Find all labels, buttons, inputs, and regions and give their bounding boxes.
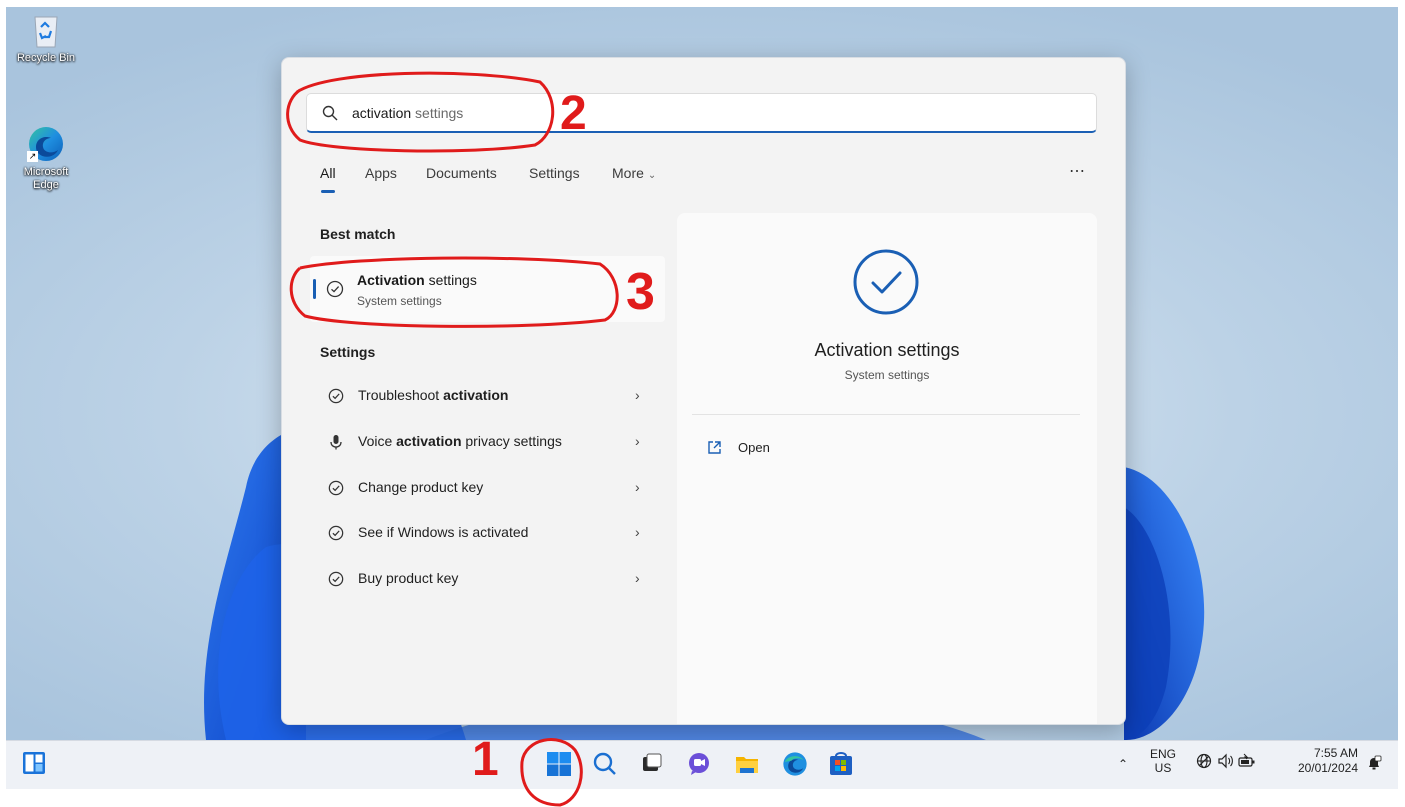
result-label-bold: activation: [396, 433, 462, 449]
tab-documents[interactable]: Documents: [426, 165, 497, 181]
edge-icon: ↗: [27, 125, 65, 163]
chevron-right-icon: ›: [635, 433, 640, 449]
search-icon: [322, 105, 338, 121]
check-circle-icon: [853, 249, 919, 315]
recycle-bin-icon: [29, 13, 63, 49]
desktop-icon-microsoft-edge[interactable]: ↗ Microsoft Edge: [6, 125, 86, 192]
edge-icon: [783, 752, 807, 776]
network-icon: [1196, 753, 1212, 769]
result-change-product-key[interactable]: Change product key ›: [310, 466, 665, 510]
volume-icon: [1218, 753, 1233, 769]
search-query-typed: activation: [352, 105, 412, 121]
input-language-indicator[interactable]: ENG US: [1148, 747, 1178, 775]
folder-icon: [736, 757, 758, 773]
notifications-button[interactable]: [1366, 755, 1382, 774]
open-external-icon: [708, 441, 721, 454]
store-button[interactable]: [828, 751, 856, 779]
tab-more-label: More: [612, 165, 644, 181]
result-label: See if Windows is activated: [358, 524, 528, 540]
start-button[interactable]: [546, 751, 574, 779]
result-preview-pane: Activation settings System settings Open: [677, 213, 1097, 724]
chat-icon: [689, 753, 709, 775]
best-match-title-rest: settings: [424, 272, 477, 288]
widgets-button[interactable]: [22, 751, 50, 779]
open-label: Open: [738, 440, 770, 455]
task-view-icon: [643, 753, 662, 771]
language-code: ENG: [1149, 747, 1176, 761]
result-label-text: Voice: [358, 433, 397, 449]
file-explorer-button[interactable]: [734, 751, 762, 779]
chevron-right-icon: ›: [635, 387, 640, 403]
result-buy-product-key[interactable]: Buy product key ›: [310, 557, 665, 601]
preview-title: Activation settings: [814, 340, 960, 360]
start-search-panel: activation settings All Apps Documents S…: [281, 57, 1126, 725]
result-label: Change product key: [358, 479, 483, 495]
result-label: Buy product key: [358, 570, 458, 586]
result-label-bold: activation: [443, 387, 509, 403]
selection-indicator: [313, 279, 316, 299]
clock[interactable]: 7:55 AM 20/01/2024: [1288, 746, 1358, 776]
check-circle-icon: [328, 480, 344, 496]
result-label-text: Buy product key: [358, 570, 459, 586]
show-hidden-icons-button[interactable]: ⌃: [1118, 757, 1128, 771]
chevron-right-icon: ›: [635, 479, 640, 495]
keyboard-layout: US: [1154, 761, 1172, 775]
search-input[interactable]: activation settings: [306, 93, 1097, 133]
store-icon: [830, 752, 852, 775]
best-match-title: Activation settings: [357, 272, 477, 288]
search-query-suggestion: settings: [411, 105, 464, 121]
result-label-text: See if Windows is activated: [358, 524, 529, 540]
shortcut-arrow-icon: ↗: [27, 151, 38, 162]
tab-all[interactable]: All: [320, 165, 336, 193]
edge-label-line1: Microsoft: [23, 166, 69, 178]
result-label-text: Change product key: [358, 479, 484, 495]
result-troubleshoot-activation[interactable]: Troubleshoot activation ›: [310, 374, 665, 418]
result-label: Troubleshoot activation: [358, 387, 508, 403]
edge-taskbar-button[interactable]: [782, 751, 810, 779]
clock-date: 20/01/2024: [1297, 761, 1358, 775]
chevron-down-icon: ⌄: [647, 170, 657, 181]
result-voice-activation-privacy[interactable]: Voice activation privacy settings ›: [310, 420, 665, 464]
windows-logo-icon: [547, 752, 571, 776]
check-circle-icon: [328, 525, 344, 541]
widgets-icon: [23, 752, 45, 774]
best-match-title-bold: Activation: [357, 272, 425, 288]
best-match-heading: Best match: [320, 226, 396, 242]
notification-bell-icon: [1369, 755, 1382, 770]
search-taskbar-button[interactable]: [592, 751, 620, 779]
search-query: activation settings: [352, 105, 463, 121]
more-options-button[interactable]: ⋯: [1069, 161, 1086, 181]
result-label-text: Troubleshoot: [358, 387, 444, 403]
result-label-text-end: privacy settings: [461, 433, 562, 449]
recycle-bin-label: Recycle Bin: [16, 52, 76, 64]
chevron-right-icon: ›: [635, 524, 640, 540]
result-label: Voice activation privacy settings: [358, 433, 562, 449]
battery-icon: [1238, 753, 1255, 767]
clock-time: 7:55 AM: [1313, 746, 1358, 760]
task-view-button[interactable]: [640, 751, 668, 779]
check-circle-icon: [326, 280, 344, 298]
best-match-result[interactable]: Activation settings System settings: [310, 256, 665, 322]
settings-heading: Settings: [320, 344, 376, 360]
taskbar: ⌃ ENG US 7:55 AM 20/01/2024: [6, 740, 1398, 789]
microphone-icon: [330, 435, 342, 450]
chevron-right-icon: ›: [635, 570, 640, 586]
divider: [692, 414, 1080, 415]
edge-label-line2: Edge: [33, 179, 59, 191]
preview-subtitle: System settings: [844, 368, 930, 382]
tab-apps[interactable]: Apps: [365, 165, 397, 181]
check-circle-icon: [328, 571, 344, 587]
search-icon: [593, 752, 616, 775]
best-match-subtitle: System settings: [357, 294, 442, 308]
desktop-icon-recycle-bin[interactable]: Recycle Bin: [6, 13, 86, 65]
result-see-if-windows-activated[interactable]: See if Windows is activated ›: [310, 511, 665, 555]
teams-chat-button[interactable]: [686, 751, 714, 779]
check-circle-icon: [328, 388, 344, 404]
tab-settings[interactable]: Settings: [529, 165, 580, 181]
tab-more[interactable]: More ⌄: [612, 165, 656, 181]
